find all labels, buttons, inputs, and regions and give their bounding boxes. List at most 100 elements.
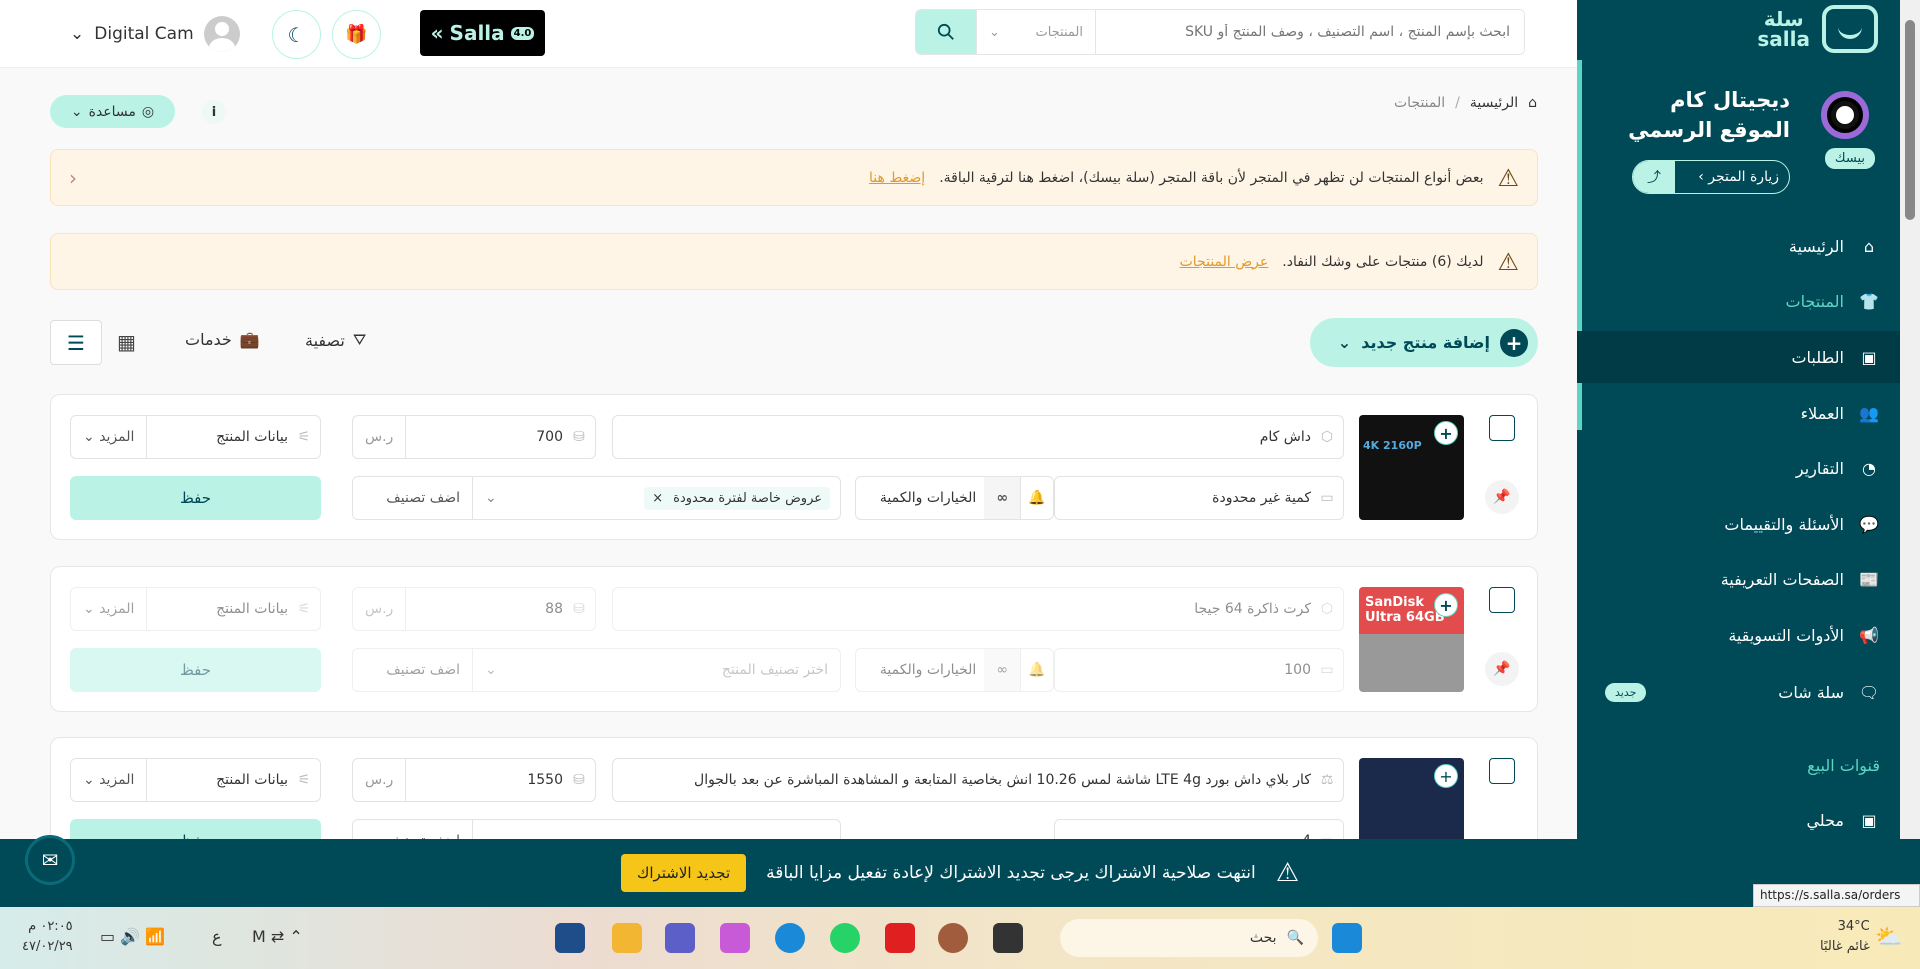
terminal-icon[interactable] <box>993 923 1023 953</box>
product-data-button[interactable]: بيانات المنتج <box>147 772 288 788</box>
file-explorer-icon[interactable] <box>612 923 642 953</box>
category-placeholder: اختر تصنيف المنتج <box>721 662 828 678</box>
tray-apps-icon[interactable]: M ⇄ ⌃ <box>252 927 303 946</box>
add-image-icon[interactable]: + <box>1434 421 1458 445</box>
visit-store-group: زيارة المتجر › ⤴ <box>1632 160 1790 194</box>
scale-icon: ⚖ <box>1320 772 1334 788</box>
price-field[interactable]: ⛁ 88 ر.س <box>352 587 596 631</box>
add-category-button[interactable]: اضف تصنيف <box>353 477 473 519</box>
add-image-icon[interactable]: + <box>1434 593 1458 617</box>
visit-store-label: زيارة المتجر <box>1708 169 1779 185</box>
edge-icon[interactable] <box>775 923 805 953</box>
sidebar-item-home[interactable]: ⌂ الرئيسية <box>1577 220 1900 272</box>
windows-start-icon[interactable] <box>1332 923 1362 953</box>
weather-temp: 34°C <box>1837 919 1870 934</box>
price-field[interactable]: ⛁ 1550 ر.س <box>352 758 596 802</box>
taskbar-search[interactable]: بحث 🔍 <box>1060 919 1318 957</box>
sidebar-item-orders[interactable]: ▣ الطلبات <box>1577 331 1900 383</box>
renew-subscription-button[interactable]: تجديد الاشتراك <box>620 854 747 892</box>
mail-icon[interactable]: ✉ <box>25 835 75 885</box>
product-data-button[interactable]: بيانات المنتج <box>147 429 288 445</box>
whatsapp-icon[interactable] <box>830 923 860 953</box>
product-name-field[interactable]: ⚖ كار بلاي داش بورد LTE 4g شاشة لمس 10.26… <box>612 758 1344 802</box>
scrollbar-thumb[interactable] <box>1905 20 1915 220</box>
clock[interactable]: ٠٢:٠٥ م ٤٧/٠٢/٢٩ <box>22 917 73 957</box>
view-products-link[interactable]: عرض المنتجات <box>1180 254 1269 270</box>
add-product-button[interactable]: + إضافة منتج جديد ⌄ <box>1310 318 1538 367</box>
remove-tag-icon[interactable]: × <box>652 491 663 506</box>
sidebar-item-reports[interactable]: ◔ التقارير <box>1577 442 1900 494</box>
chevrons-icon: « <box>430 21 444 45</box>
logo-en: salla <box>1757 27 1810 51</box>
save-button[interactable]: حفظ <box>70 648 321 692</box>
options-button[interactable]: 🔔 ∞ الخيارات والكمية <box>855 476 1054 520</box>
sidebar-item-pages[interactable]: 📰 الصفحات التعريفية <box>1577 553 1900 605</box>
more-button[interactable]: المزيد ⌄ <box>71 416 148 458</box>
filter-button[interactable]: ⛛ تصفية <box>305 330 366 350</box>
quantity-field[interactable]: ▭ 100 <box>1054 648 1344 692</box>
select-checkbox[interactable] <box>1489 587 1515 613</box>
help-button[interactable]: ◎ مساعدة ⌄ <box>50 95 175 128</box>
search-scope-select[interactable]: المنتجات ⌄ <box>976 10 1096 54</box>
currency: ر.س <box>353 416 407 458</box>
product-image[interactable]: SanDisk Ultra 64GB + <box>1359 587 1464 692</box>
services-button[interactable]: 💼 خدمات <box>185 330 260 349</box>
product-image[interactable]: 4K 2160P + <box>1359 415 1464 520</box>
language-indicator[interactable]: ع <box>212 927 222 946</box>
upgrade-link[interactable]: إضغط هنا <box>869 170 925 186</box>
add-category-button[interactable]: اضف تصنيف <box>353 649 473 691</box>
list-view-button[interactable]: ☰ <box>50 320 102 365</box>
save-button[interactable]: حفظ <box>70 476 321 520</box>
pin-icon[interactable]: 📌 <box>1485 652 1519 686</box>
page-scrollbar[interactable] <box>1900 0 1920 907</box>
teams-icon[interactable] <box>665 923 695 953</box>
search-button[interactable] <box>916 10 976 54</box>
section-label: قنوات البيع <box>1807 755 1880 775</box>
chevron-left-icon[interactable]: ‹ <box>69 166 77 190</box>
megaphone-icon: 📢 <box>1859 625 1879 645</box>
product-name-field[interactable]: ⬡ داش كام <box>612 415 1344 459</box>
salla-logo[interactable]: سلة salla <box>1757 5 1878 53</box>
nav-label: الصفحات التعريفية <box>1720 569 1844 589</box>
product-name-field[interactable]: ⬡ كرت ذاكرة 64 جيجا <box>612 587 1344 631</box>
store-icon: ▣ <box>1861 810 1877 830</box>
options-button[interactable]: 🔔 ∞ الخيارات والكمية <box>855 648 1054 692</box>
add-image-icon[interactable]: + <box>1434 764 1458 788</box>
salla-version-badge[interactable]: «Salla 4.0 <box>420 10 545 56</box>
product-data-button[interactable]: بيانات المنتج <box>147 601 288 617</box>
youtube-icon[interactable] <box>885 923 915 953</box>
dark-mode-button[interactable]: ☾ <box>272 10 321 59</box>
sidebar-item-marketing[interactable]: 📢 الأدوات التسويقية <box>1577 609 1900 661</box>
info-icon[interactable]: i <box>202 100 226 124</box>
pin-icon[interactable]: 📌 <box>1485 480 1519 514</box>
chrome-icon[interactable] <box>938 923 968 953</box>
store-app-icon[interactable] <box>555 923 585 953</box>
gift-button[interactable]: 🎁 <box>332 10 381 59</box>
user-menu[interactable]: ⌄ Digital Cam <box>70 16 240 52</box>
price-field[interactable]: ⛁ 700 ر.س <box>352 415 596 459</box>
sidebar-item-customers[interactable]: 👥 العملاء <box>1577 387 1900 439</box>
grid-view-icon[interactable]: ▦ <box>117 330 136 354</box>
search-input[interactable] <box>1096 10 1524 54</box>
sidebar-item-salla-chat[interactable]: 🗨 سلة شات جديد <box>1577 666 1900 718</box>
coins-icon: ⛁ <box>573 772 585 788</box>
search-icon: 🔍 <box>1286 930 1304 946</box>
alert-text: لديك (6) منتجات على وشك النفاد. <box>1282 253 1484 270</box>
system-tray-icons[interactable]: ▭ 🔊 📶 <box>100 927 165 946</box>
page-icon: 📰 <box>1859 569 1879 589</box>
select-checkbox[interactable] <box>1489 758 1515 784</box>
copilot-icon[interactable] <box>720 923 750 953</box>
warning-icon: ⚠ <box>1497 163 1519 192</box>
category-select[interactable]: عروض خاصة لفترة محدودة × ⌄ اضف تصنيف <box>352 476 841 520</box>
weather-widget[interactable]: 34°C غائم غالبًا <box>1820 917 1870 957</box>
visit-store-button[interactable]: زيارة المتجر › <box>1675 169 1789 185</box>
more-button[interactable]: المزيد ⌄ <box>71 759 148 801</box>
select-checkbox[interactable] <box>1489 415 1515 441</box>
category-select[interactable]: اختر تصنيف المنتج ⌄ اضف تصنيف <box>352 648 841 692</box>
breadcrumb-home[interactable]: الرئيسية <box>1470 95 1518 111</box>
more-button[interactable]: المزيد ⌄ <box>71 588 148 630</box>
quantity-field[interactable]: ▭ كمية غير محدودة <box>1054 476 1344 520</box>
sidebar-item-reviews[interactable]: 💬 الأسئلة والتقييمات <box>1577 498 1900 550</box>
share-icon[interactable]: ⤴ <box>1633 161 1675 193</box>
sidebar-item-products[interactable]: 👕 المنتجات <box>1577 275 1900 327</box>
